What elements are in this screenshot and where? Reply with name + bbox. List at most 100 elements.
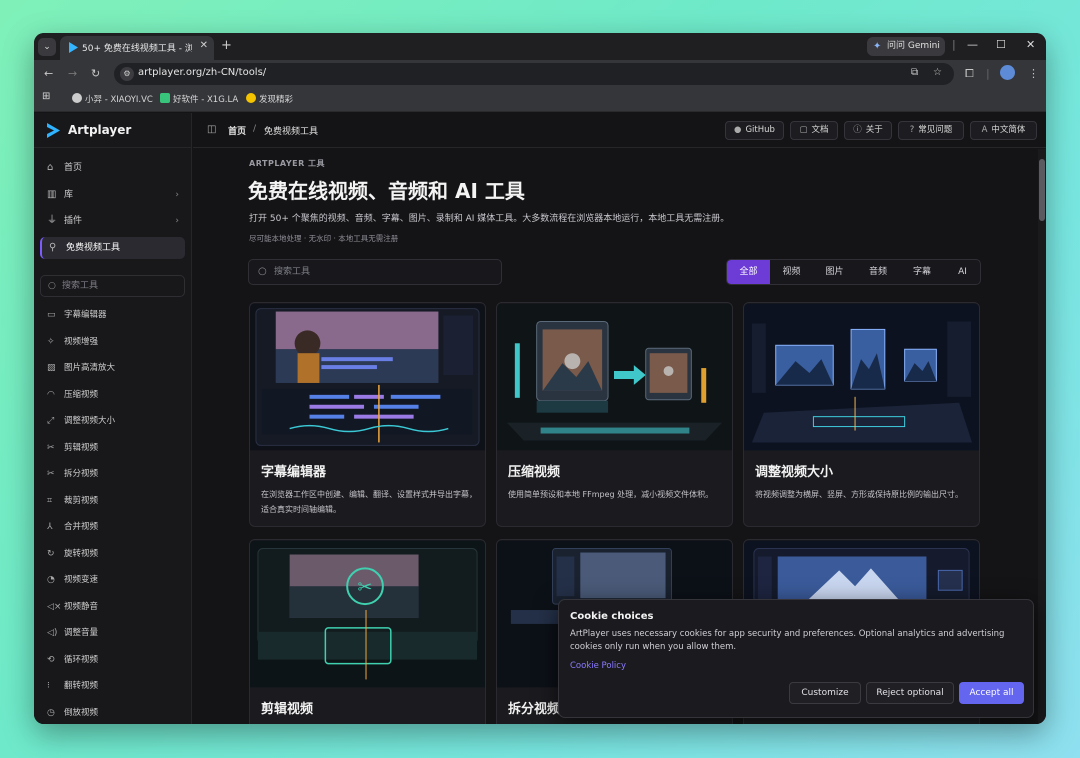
tab-close-icon[interactable]: ✕ (200, 40, 208, 51)
tool-card-trim[interactable]: ✂ 剪辑视频 (249, 539, 486, 724)
sidebar-tool-trim[interactable]: ✂ 剪辑视频 (40, 437, 185, 459)
reload-icon[interactable]: ↻ (91, 67, 100, 80)
scrollbar-thumb[interactable] (1039, 159, 1045, 221)
search-placeholder: 搜索工具 (62, 281, 99, 291)
tool-label: 翻转视频 (64, 681, 99, 691)
faq-button[interactable]: ? 常见问题 (898, 121, 964, 140)
maximize-icon[interactable]: ☐ (996, 38, 1006, 51)
sidebar-tool-upscale[interactable]: ▨ 图片高清放大 (40, 357, 185, 379)
nav-item-library[interactable]: ▥ 库 › (40, 184, 185, 206)
subtitle-editor-thumbnail (250, 303, 485, 451)
tool-label: 视频增强 (64, 337, 99, 347)
page-description: 打开 50+ 个聚焦的视频、音频、字幕、图片、录制和 AI 媒体工具。大多数流程… (249, 214, 730, 224)
tab-search-button[interactable]: ⌄ (38, 38, 56, 56)
cookie-policy-link[interactable]: Cookie Policy (570, 661, 626, 671)
language-button[interactable]: A 中文简体 (970, 121, 1037, 140)
site-info-icon[interactable]: ⚙ (120, 67, 134, 81)
profile-avatar[interactable] (1000, 65, 1015, 80)
tool-label: 倒放视频 (64, 708, 99, 718)
tool-card-resize[interactable]: 调整视频大小 将视频调整为横屏、竖屏、方形或保持原比例的输出尺寸。 (743, 302, 980, 527)
sidebar-tool-mute[interactable]: ◁× 视频静音 (40, 596, 185, 618)
filter-subtitle[interactable]: 字幕 (900, 260, 944, 284)
about-button[interactable]: ⓘ 关于 (844, 121, 892, 140)
sidebar-tool-resize[interactable]: ⤢ 调整视频大小 (40, 410, 185, 432)
sidebar-tool-volume[interactable]: ◁) 调整音量 (40, 622, 185, 644)
category-filter: 全部 视频 图片 音频 字幕 AI (726, 259, 981, 285)
apps-grid-icon[interactable]: ⊞ (42, 91, 50, 102)
reject-optional-button[interactable]: Reject optional (866, 682, 954, 704)
new-tab-icon[interactable]: + (221, 38, 232, 53)
page-scrollbar[interactable] (1038, 149, 1046, 724)
sidebar-toggle-icon[interactable]: ◫ (207, 124, 216, 135)
eyebrow-label: ARTPLAYER 工具 (249, 159, 326, 168)
page-title: 免费在线视频、音频和 AI 工具 (248, 179, 525, 203)
sidebar-tool-rotate[interactable]: ↻ 旋转视频 (40, 543, 185, 565)
accept-all-button[interactable]: Accept all (959, 682, 1024, 704)
nav-item-plugins[interactable]: ⏚ 插件 › (40, 210, 185, 232)
gemini-button[interactable]: ✦ 问问 Gemini (867, 37, 945, 56)
forward-icon[interactable]: → (68, 67, 77, 80)
address-toolbar: ← → ↻ ⚙ artplayer.org/zh-CN/tools/ ⧉ ☆ ⧠… (34, 60, 1046, 88)
resize-video-thumbnail (744, 303, 979, 451)
browser-tab[interactable]: 50+ 免费在线视频工具 - 浏览器 ✕ (60, 36, 214, 60)
customize-button[interactable]: Customize (789, 682, 861, 704)
breadcrumb-current: 免费视频工具 (264, 127, 319, 137)
page-header: ◫ 首页 / 免费视频工具 ● GitHub ▢ 文档 ⓘ 关于 ? 常见问题 A 中文简… (193, 113, 1046, 148)
compress-video-thumbnail (497, 303, 732, 451)
sidebar-tool-flip[interactable]: ⁝ 翻转视频 (40, 675, 185, 697)
filter-image[interactable]: 图片 (813, 260, 856, 284)
filter-video[interactable]: 视频 (770, 260, 813, 284)
back-icon[interactable]: ← (44, 67, 53, 80)
github-button[interactable]: ● GitHub (725, 121, 784, 140)
tool-card-subtitle-editor[interactable]: 字幕编辑器 在浏览器工作区中创建、编辑、翻译、设置样式并导出字幕，适合真实时间轴… (249, 302, 486, 527)
bookmark-xiaoyi[interactable]: 小羿 - XIAOYI.VC (72, 93, 153, 105)
image-icon: ▨ (47, 363, 56, 373)
bookmark-star-icon[interactable]: ☆ (933, 67, 942, 78)
brand[interactable]: Artplayer (34, 113, 192, 148)
sidebar-tool-enhance[interactable]: ✧ 视频增强 (40, 331, 185, 353)
sidebar-tool-compress[interactable]: ◠ 压缩视频 (40, 384, 185, 406)
nav-item-home[interactable]: ⌂ 首页 (40, 157, 185, 179)
url-text[interactable]: artplayer.org/zh-CN/tools/ (138, 67, 266, 78)
sidebar-tool-speed[interactable]: ◔ 视频变速 (40, 569, 185, 591)
tool-search-input[interactable]: ○ 搜索工具 (248, 259, 502, 285)
bookmark-x1g[interactable]: 好软件 - X1G.LA (160, 93, 238, 105)
address-bar[interactable]: ⚙ artplayer.org/zh-CN/tools/ ⧉ ☆ (114, 63, 954, 85)
nav-item-video-tools[interactable]: ⚲ 免费视频工具 (40, 237, 185, 259)
cast-icon[interactable]: ⧉ (911, 67, 918, 78)
bookmark-discover[interactable]: 发现精彩 (246, 93, 293, 105)
merge-icon: ⅄ (47, 522, 53, 532)
sidebar-search-input[interactable]: ○ 搜索工具 (40, 275, 185, 297)
menu-icon[interactable]: ⋮ (1028, 67, 1039, 80)
filter-all[interactable]: 全部 (727, 260, 770, 284)
close-window-icon[interactable]: ✕ (1026, 38, 1035, 51)
sidebar-tool-split[interactable]: ✂ 拆分视频 (40, 463, 185, 485)
reverse-icon: ◷ (47, 708, 55, 718)
breadcrumb-home[interactable]: 首页 (228, 124, 246, 137)
sidebar-tool-merge[interactable]: ⅄ 合并视频 (40, 516, 185, 538)
sidebar-tool-crop[interactable]: ⌗ 裁剪视频 (40, 490, 185, 512)
artplayer-logo-icon (47, 123, 60, 138)
tool-label: 循环视频 (64, 655, 99, 665)
sidebar-tool-loop[interactable]: ⟲ 循环视频 (40, 649, 185, 671)
filter-audio[interactable]: 音频 (856, 260, 900, 284)
mute-icon: ◁× (47, 602, 62, 612)
filter-ai[interactable]: AI (944, 260, 980, 284)
minimize-icon[interactable]: — (967, 38, 978, 51)
breadcrumb-separator: / (253, 124, 257, 134)
browser-window: ⌄ 50+ 免费在线视频工具 - 浏览器 ✕ + ✦ 问问 Gemini | —… (34, 33, 1046, 724)
card-description: 将视频调整为横屏、竖屏、方形或保持原比例的输出尺寸。 (755, 490, 963, 499)
sidebar-tool-subtitle-editor[interactable]: ▭ 字幕编辑器 (40, 304, 185, 326)
button-label: 关于 (865, 125, 883, 135)
button-label: 中文简体 (991, 125, 1026, 135)
translate-icon: A (981, 125, 988, 135)
flip-icon: ⁝ (47, 681, 50, 691)
tool-label: 压缩视频 (64, 390, 99, 400)
extensions-icon[interactable]: ⧠ (965, 67, 974, 81)
docs-button[interactable]: ▢ 文档 (790, 121, 838, 140)
tool-card-compress[interactable]: 压缩视频 使用简单预设和本地 FFmpeg 处理，减小视频文件体积。 (496, 302, 733, 527)
brand-name: Artplayer (68, 123, 132, 137)
cookie-title: Cookie choices (570, 611, 654, 622)
tool-label: 剪辑视频 (64, 443, 99, 453)
sidebar-tool-reverse[interactable]: ◷ 倒放视频 (40, 702, 185, 724)
